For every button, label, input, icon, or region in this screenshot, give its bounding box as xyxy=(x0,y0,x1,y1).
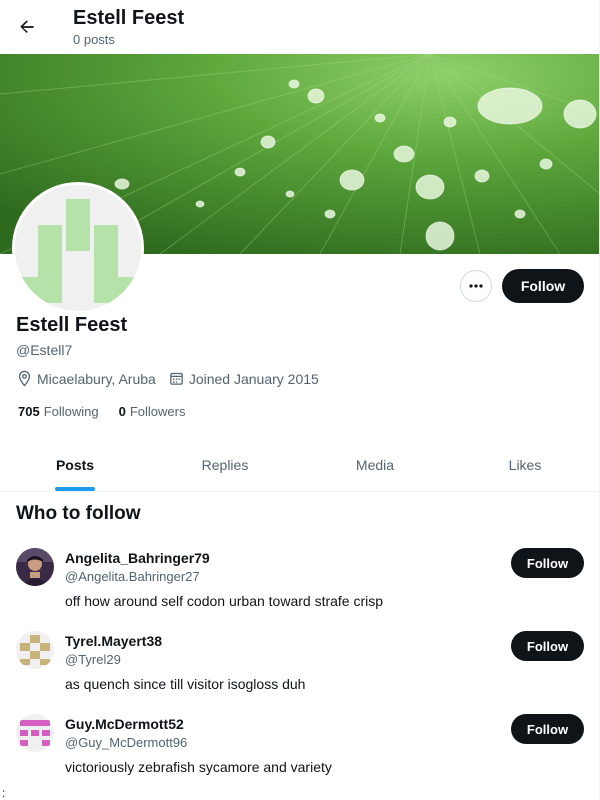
profile-handle: @Estell7 xyxy=(16,342,73,358)
tab-likes-label: Likes xyxy=(508,457,542,473)
tab-posts[interactable]: Posts xyxy=(0,439,150,491)
followers-count: 0 xyxy=(118,404,126,419)
who-to-follow-title: Who to follow xyxy=(16,503,141,524)
back-button[interactable] xyxy=(12,12,42,42)
tab-media[interactable]: Media xyxy=(300,439,450,491)
followers-link[interactable]: 0 Followers xyxy=(119,404,186,419)
header-profile-name: Estell Feest xyxy=(73,7,185,29)
suggestion-handle: @Guy_McDermott96 xyxy=(65,735,188,750)
tab-likes[interactable]: Likes xyxy=(450,439,599,491)
suggestion-follow-button[interactable]: Follow xyxy=(511,714,584,744)
suggestion-handle: @Angelita.Bahringer27 xyxy=(65,569,200,584)
tab-replies-label: Replies xyxy=(201,457,249,473)
joined-text: Joined January 2015 xyxy=(188,370,319,387)
profile-page: Estell Feest 0 posts Follow Estell Feest… xyxy=(0,0,600,800)
following-label: Following xyxy=(43,404,99,419)
followers-label: Followers xyxy=(129,404,186,419)
suggestion-follow-button[interactable]: Follow xyxy=(511,631,584,661)
top-bar: Estell Feest 0 posts xyxy=(0,0,599,54)
suggestion-name[interactable]: Angelita_Bahringer79 xyxy=(65,550,210,566)
suggestion-bio: off how around self codon urban toward s… xyxy=(65,593,384,609)
suggestion-name[interactable]: Guy.McDermott52 xyxy=(65,716,184,732)
more-options-button[interactable] xyxy=(460,270,492,302)
suggestion-item[interactable]: Guy.McDermott52 @Guy_McDermott96 victori… xyxy=(0,714,599,796)
profile-name: Estell Feest xyxy=(16,314,128,336)
following-count: 705 xyxy=(18,404,40,419)
suggestion-avatar[interactable] xyxy=(16,548,54,586)
header-posts-count: 0 posts xyxy=(73,32,115,47)
suggestion-handle: @Tyrel29 xyxy=(65,652,121,667)
suggestion-item[interactable]: Tyrel.Mayert38 @Tyrel29 as quench since … xyxy=(0,631,599,713)
follow-stats: 705 Following 0 Followers xyxy=(18,404,205,419)
more-dots-icon xyxy=(469,284,483,288)
profile-meta: Micaelabury, Aruba Joined January 2015 xyxy=(16,370,331,387)
suggestion-bio: as quench since till visitor isogloss du… xyxy=(65,676,306,692)
follow-button[interactable]: Follow xyxy=(502,269,584,303)
joined-date: Joined January 2015 xyxy=(168,370,319,387)
suggestion-avatar[interactable] xyxy=(16,631,54,669)
active-tab-indicator xyxy=(55,487,95,491)
suggestion-name[interactable]: Tyrel.Mayert38 xyxy=(65,633,162,649)
suggestion-item[interactable]: Angelita_Bahringer79 @Angelita.Bahringer… xyxy=(0,548,599,630)
suggestion-avatar[interactable] xyxy=(16,714,54,752)
suggestion-follow-button[interactable]: Follow xyxy=(511,548,584,578)
tab-posts-label: Posts xyxy=(55,457,95,473)
location-text: Micaelabury, Aruba xyxy=(37,370,156,387)
calendar-icon xyxy=(170,372,183,385)
back-arrow-icon xyxy=(20,20,34,33)
profile-avatar[interactable] xyxy=(12,182,144,314)
profile-tabs: Posts Replies Media Likes xyxy=(0,439,599,492)
location-pin-icon xyxy=(18,370,31,387)
tab-replies[interactable]: Replies xyxy=(150,439,300,491)
stray-character: : xyxy=(2,786,6,800)
location: Micaelabury, Aruba xyxy=(16,370,156,387)
following-link[interactable]: 705 Following xyxy=(18,404,99,419)
suggestion-bio: victoriously zebrafish sycamore and vari… xyxy=(65,759,332,775)
tab-media-label: Media xyxy=(355,457,395,473)
avatar-image xyxy=(15,185,141,311)
